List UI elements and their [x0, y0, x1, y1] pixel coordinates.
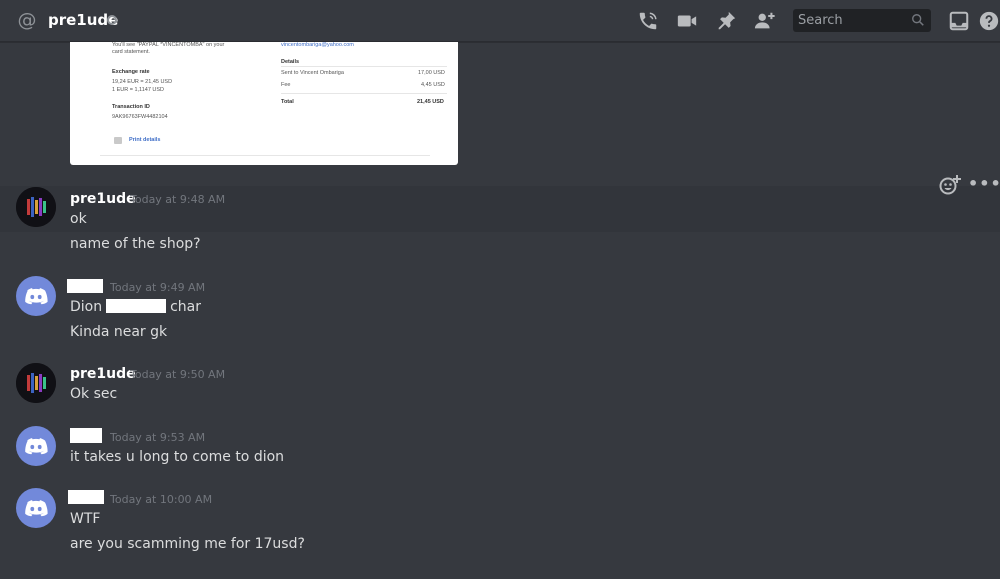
total-label: Total: [281, 99, 294, 105]
search-input[interactable]: [793, 9, 903, 32]
avatar[interactable]: [16, 363, 56, 403]
add-friend-icon[interactable]: [754, 10, 776, 32]
recipient-email[interactable]: vincentombariga@yahoo.com: [281, 42, 354, 49]
print-details-link[interactable]: Print details: [129, 137, 160, 144]
avatar[interactable]: [16, 187, 56, 227]
message-text: it takes u long to come to dion: [70, 449, 285, 465]
pin-icon[interactable]: [715, 10, 737, 32]
timestamp: Today at 9:48 AM: [130, 193, 226, 206]
more-options-icon[interactable]: •••: [968, 174, 1000, 196]
transaction-id-label: Transaction ID: [112, 104, 150, 110]
total-value: 21,45 USD: [417, 99, 444, 105]
sent-label: Sent to Vincent Ombariga: [281, 70, 344, 76]
exchange-rate-value: 1 EUR = 1,1147 USD: [112, 87, 165, 93]
sent-value: 17,00 USD: [418, 70, 445, 76]
avatar[interactable]: [16, 426, 56, 466]
channel-header: @ pre1ude: [0, 0, 1000, 42]
transaction-id: 9AK96763FW4482104: [112, 114, 168, 120]
printer-icon: [114, 137, 122, 144]
timestamp: Today at 10:00 AM: [110, 493, 213, 506]
redacted-username: [67, 279, 103, 293]
search-box[interactable]: [793, 9, 931, 32]
search-icon: [912, 14, 924, 26]
receipt-attachment[interactable]: You'll see "PAYPAL *VINCENTOMBA" on your…: [70, 42, 458, 165]
divider: [281, 93, 447, 94]
redacted-username: [70, 428, 102, 443]
inbox-icon[interactable]: [948, 10, 970, 32]
help-icon[interactable]: [978, 10, 1000, 32]
video-icon[interactable]: [676, 10, 698, 32]
fee-value: 4,45 USD: [421, 82, 445, 88]
details-label: Details: [281, 59, 300, 65]
message-text: WTF: [70, 511, 101, 527]
timestamp: Today at 9:49 AM: [110, 281, 206, 294]
redacted-username: [68, 490, 104, 504]
at-icon: @: [17, 9, 37, 31]
message-text: ok: [70, 211, 87, 227]
fee-label: Fee: [281, 82, 291, 88]
exchange-rate-label: Exchange rate: [112, 69, 150, 75]
message-text: Ok sec: [70, 386, 118, 402]
status-icon: [107, 15, 117, 25]
message-text: Dion char: [70, 299, 202, 315]
redacted-text: [106, 299, 167, 313]
timestamp: Today at 9:50 AM: [130, 368, 226, 381]
avatar[interactable]: [16, 276, 56, 316]
receipt-note: card statement.: [112, 49, 150, 55]
message-text: are you scamming me for 17usd?: [70, 536, 305, 552]
divider: [281, 66, 447, 67]
divider: [100, 155, 430, 156]
username[interactable]: pre1ude: [70, 365, 136, 383]
message-text: Kinda near gk: [70, 324, 168, 340]
add-reaction-icon[interactable]: [938, 174, 962, 196]
receipt-note: You'll see "PAYPAL *VINCENTOMBA" on your: [112, 42, 225, 48]
call-icon[interactable]: [637, 10, 659, 32]
exchange-rate-value: 19,24 EUR = 21,45 USD: [112, 79, 173, 85]
timestamp: Today at 9:53 AM: [110, 431, 206, 444]
username[interactable]: pre1ude: [70, 190, 136, 208]
message-text: name of the shop?: [70, 236, 201, 252]
avatar[interactable]: [16, 488, 56, 528]
